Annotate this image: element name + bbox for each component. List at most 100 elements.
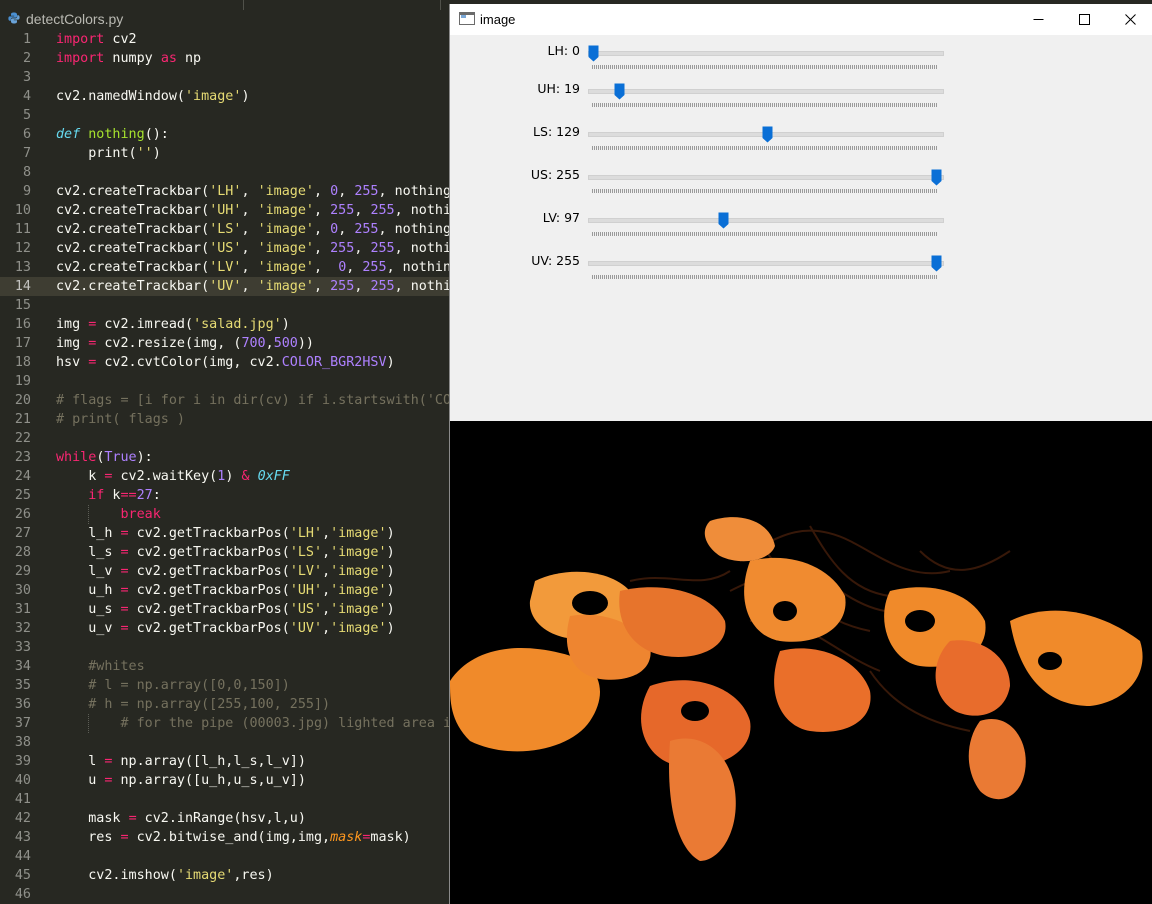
- trackbar-uv[interactable]: UV: 255: [450, 253, 1152, 289]
- code-line[interactable]: 19: [0, 372, 450, 391]
- code-line[interactable]: 13 cv2.createTrackbar('LV', 'image', 0, 2…: [0, 258, 467, 277]
- code-line[interactable]: 20 # flags = [i for i in dir(cv) if i.sta…: [0, 391, 508, 410]
- code-line[interactable]: 6 def nothing():: [0, 125, 450, 144]
- code-line[interactable]: 45 cv2.imshow('image',res): [0, 866, 450, 885]
- code-line[interactable]: 36 # h = np.array([255,100, 255]): [0, 695, 450, 714]
- code-token: cv2.cvtColor(img, cv2.: [96, 355, 282, 370]
- code-line[interactable]: 11 cv2.createTrackbar('LS', 'image', 0, 2…: [0, 220, 459, 239]
- code-token: ): [241, 89, 250, 104]
- trackbar-lv[interactable]: LV: 97: [450, 210, 1152, 246]
- code-line[interactable]: 40 u = np.array([u_h,u_s,u_v]): [0, 771, 450, 790]
- code-text: u_h = cv2.getTrackbarPos('UH','image'): [56, 581, 394, 600]
- code-line[interactable]: 2 import numpy as np: [0, 49, 450, 68]
- code-line[interactable]: 29 l_v = cv2.getTrackbarPos('LV','image'…: [0, 562, 450, 581]
- code-line[interactable]: 43 res = cv2.bitwise_and(img,img,mask=ma…: [0, 828, 450, 847]
- code-line[interactable]: 5: [0, 106, 450, 125]
- code-line[interactable]: 4 cv2.namedWindow('image'): [0, 87, 450, 106]
- minimize-button[interactable]: [1015, 4, 1061, 35]
- window-titlebar[interactable]: image: [450, 4, 1152, 35]
- code-line[interactable]: 28 l_s = cv2.getTrackbarPos('LS','image'…: [0, 543, 450, 562]
- trackbar-thumb[interactable]: [718, 212, 729, 229]
- code-line[interactable]: 37 # for the pipe (00003.jpg) lighted ar…: [0, 714, 483, 733]
- code-line[interactable]: 32 u_v = cv2.getTrackbarPos('UV','image'…: [0, 619, 450, 638]
- code-line[interactable]: 8: [0, 163, 450, 182]
- trackbar-thumb[interactable]: [614, 83, 625, 100]
- code-line[interactable]: 46: [0, 885, 450, 904]
- close-button[interactable]: [1107, 4, 1152, 35]
- code-line[interactable]: 7 print(''): [0, 144, 450, 163]
- code-line[interactable]: 34 #whites: [0, 657, 450, 676]
- file-tab[interactable]: detectColors.py: [0, 10, 450, 29]
- code-token: 255: [354, 184, 379, 199]
- code-line[interactable]: 15: [0, 296, 450, 315]
- code-token: 'UH': [289, 583, 323, 598]
- trackbar-lh[interactable]: LH: 0: [450, 43, 1152, 79]
- code-line[interactable]: 42 mask = cv2.inRange(hsv,l,u): [0, 809, 450, 828]
- code-line[interactable]: 41: [0, 790, 450, 809]
- code-line[interactable]: 26 break: [0, 505, 450, 524]
- opencv-window[interactable]: image LH: 0 UH: 19 LS: 129 US: 255 LV: 9…: [449, 4, 1152, 904]
- code-line[interactable]: 35 # l = np.array([0,0,150]): [0, 676, 450, 695]
- code-line[interactable]: 14 cv2.createTrackbar('UV', 'image', 255,…: [0, 277, 475, 296]
- code-token: cv2.waitKey(: [112, 469, 218, 484]
- code-line[interactable]: 18 hsv = cv2.cvtColor(img, cv2.COLOR_BGR2…: [0, 353, 450, 372]
- code-line[interactable]: 1 import cv2: [0, 30, 450, 49]
- trackbar-thumb[interactable]: [931, 169, 942, 186]
- trackbar-track[interactable]: [588, 218, 944, 223]
- code-token: hsv: [56, 355, 89, 370]
- code-token: , nothing): [378, 184, 460, 199]
- trackbar-uh[interactable]: UH: 19: [450, 81, 1152, 117]
- code-line[interactable]: 17 img = cv2.resize(img, (700,500)): [0, 334, 450, 353]
- code-line[interactable]: 39 l = np.array([l_h,l_s,l_v]): [0, 752, 450, 771]
- code-line[interactable]: 31 u_s = cv2.getTrackbarPos('US','image'…: [0, 600, 450, 619]
- code-line[interactable]: 33: [0, 638, 450, 657]
- trackbar-track[interactable]: [588, 51, 944, 56]
- code-area[interactable]: 1 import cv2 2 import numpy as np 3 4 cv2.name…: [0, 30, 508, 904]
- code-line[interactable]: 25 if k==27:: [0, 486, 450, 505]
- code-line[interactable]: 27 l_h = cv2.getTrackbarPos('LH','image'…: [0, 524, 450, 543]
- code-line[interactable]: 10 cv2.createTrackbar('UH', 'image', 255,…: [0, 201, 475, 220]
- code-line[interactable]: 23 while(True):: [0, 448, 450, 467]
- code-token: u: [56, 773, 105, 788]
- line-number: 9: [22, 184, 31, 199]
- trackbar-thumb[interactable]: [762, 126, 773, 143]
- window-app-icon: [459, 12, 475, 25]
- code-line[interactable]: 12 cv2.createTrackbar('US', 'image', 255,…: [0, 239, 475, 258]
- code-text: break: [56, 505, 161, 524]
- code-text: cv2.createTrackbar('US', 'image', 255, 2…: [56, 239, 475, 258]
- trackbar-us[interactable]: US: 255: [450, 167, 1152, 203]
- line-number: 23: [14, 450, 31, 465]
- code-line[interactable]: 30 u_h = cv2.getTrackbarPos('UH','image'…: [0, 581, 450, 600]
- code-token: 'US': [289, 602, 323, 617]
- code-line[interactable]: 9 cv2.createTrackbar('LH', 'image', 0, 25…: [0, 182, 459, 201]
- trackbar-ls[interactable]: LS: 129: [450, 124, 1152, 160]
- maximize-button[interactable]: [1061, 4, 1107, 35]
- code-line[interactable]: 24 k = cv2.waitKey(1) & 0xFF: [0, 467, 450, 486]
- code-token: k: [56, 469, 105, 484]
- line-number: 5: [22, 108, 31, 123]
- code-token: 'LH': [289, 526, 323, 541]
- code-line[interactable]: 22: [0, 429, 450, 448]
- trackbar-track[interactable]: [588, 89, 944, 94]
- code-line[interactable]: 21 # print( flags ): [0, 410, 450, 429]
- code-token: l: [56, 754, 105, 769]
- trackbar-label: UH: 19: [537, 81, 580, 96]
- trackbar-thumb[interactable]: [588, 45, 599, 62]
- code-line[interactable]: 16 img = cv2.imread('salad.jpg'): [0, 315, 450, 334]
- maximize-icon: [1078, 14, 1090, 25]
- line-number: 6: [22, 127, 31, 142]
- code-line[interactable]: 38: [0, 733, 450, 752]
- trackbar-track[interactable]: [588, 175, 944, 180]
- trackbar-thumb[interactable]: [931, 255, 942, 272]
- code-token: #whites: [56, 659, 145, 674]
- code-token: cv2.getTrackbarPos(: [128, 526, 290, 541]
- code-token: l_h: [56, 526, 121, 541]
- code-line[interactable]: 3: [0, 68, 450, 87]
- code-token: ): [152, 146, 161, 161]
- code-line[interactable]: 44: [0, 847, 450, 866]
- line-number: 16: [14, 317, 31, 332]
- code-token: cv2.getTrackbarPos(: [128, 621, 290, 636]
- code-text: import numpy as np: [56, 49, 201, 68]
- code-text: cv2.createTrackbar('UV', 'image', 255, 2…: [56, 277, 475, 296]
- trackbar-track[interactable]: [588, 261, 944, 266]
